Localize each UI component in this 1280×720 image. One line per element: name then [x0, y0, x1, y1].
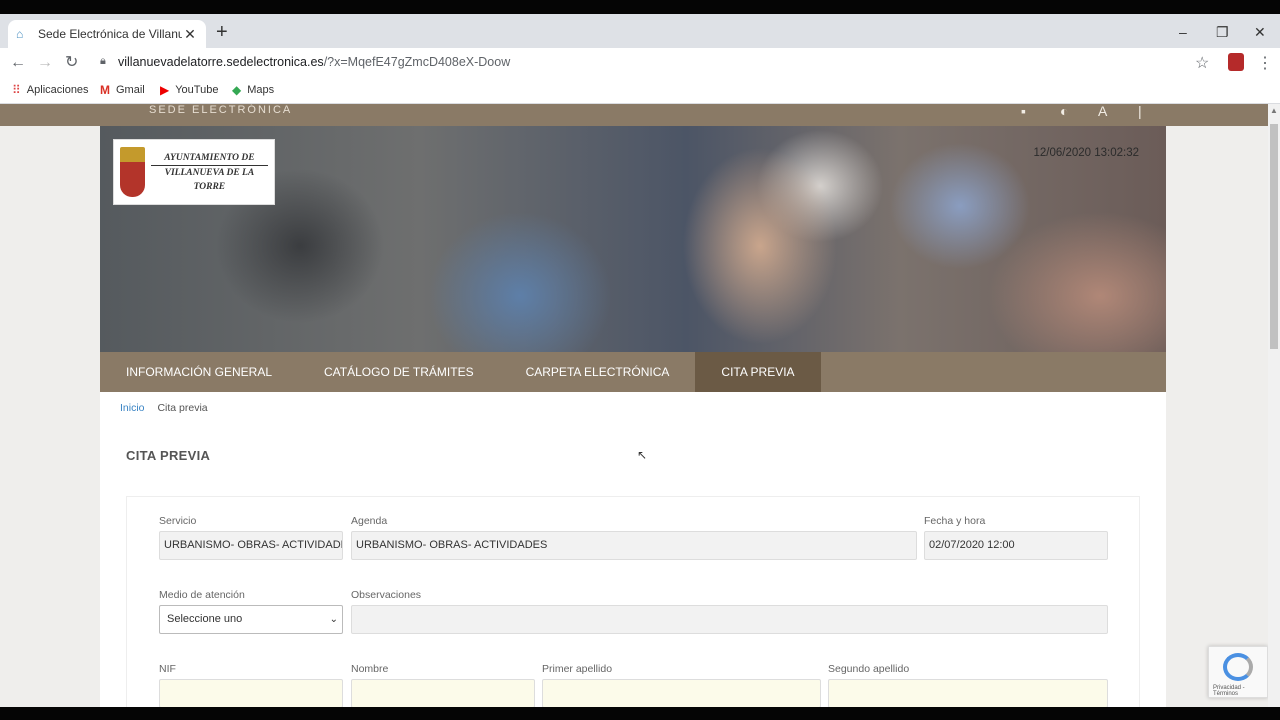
servicio-field: URBANISMO- OBRAS- ACTIVIDADES	[159, 531, 343, 560]
tab-title: Sede Electrónica de Villanueva de la Tor…	[38, 27, 182, 41]
nif-label: NIF	[159, 663, 176, 675]
menu-dots-icon[interactable]: ⋮	[1257, 53, 1273, 73]
bookmark-maps[interactable]: ◆ Maps	[232, 83, 274, 97]
web-page: SEDE ELECTRÓNICA ▪ ◐ A | AYUNTAMIENTO DE…	[0, 104, 1268, 707]
logo-line-1: AYUNTAMIENTO DE	[164, 152, 255, 163]
nav-catalogo-tramites[interactable]: CATÁLOGO DE TRÁMITES	[298, 352, 500, 392]
nif-input[interactable]	[159, 679, 343, 707]
primer-apellido-input[interactable]	[542, 679, 821, 707]
fecha-field: 02/07/2020 12:00	[924, 531, 1108, 560]
chevron-down-icon: ⌄	[329, 614, 338, 625]
logo-line-2: VILLANUEVA DE LA TORRE	[150, 164, 268, 194]
window-bottom-edge	[0, 707, 1280, 720]
site-header-bar: SEDE ELECTRÓNICA ▪ ◐ A |	[0, 104, 1268, 126]
page-scrollbar[interactable]: ▲	[1268, 104, 1280, 707]
breadcrumb-current: Cita previa	[157, 402, 208, 414]
tab-strip: ⌂ Sede Electrónica de Villanueva de la T…	[0, 14, 1280, 48]
browser-tab[interactable]: ⌂ Sede Electrónica de Villanueva de la T…	[8, 20, 206, 48]
servicio-label: Servicio	[159, 515, 197, 527]
apps-grid-icon: ⠿	[12, 83, 21, 97]
page-title: CITA PREVIA	[126, 448, 211, 463]
bookmarks-bar: ⠿ Aplicaciones M Gmail ▶ YouTube ◆ Maps	[0, 78, 1280, 104]
address-bar[interactable]: villanuevadelatorre.sedelectronica.es/?x…	[118, 55, 510, 69]
scroll-up-icon[interactable]: ▲	[1270, 106, 1278, 115]
site-header-label: SEDE ELECTRÓNICA	[149, 104, 293, 116]
nav-cita-previa[interactable]: CITA PREVIA	[695, 352, 821, 392]
restore-icon[interactable]: ❐	[1216, 24, 1229, 41]
window-top-edge	[0, 0, 1280, 14]
language-icon[interactable]: |	[1138, 104, 1142, 118]
nombre-label: Nombre	[351, 663, 389, 675]
recaptcha-badge[interactable]: Privacidad - Términos	[1208, 646, 1268, 698]
main-content: Inicio Cita previa CITA PREVIA Servicio …	[100, 392, 1166, 707]
gmail-icon: M	[100, 83, 110, 97]
medio-label: Medio de atención	[159, 589, 245, 601]
segundo-apellido-input[interactable]	[828, 679, 1108, 707]
mouse-pointer-icon: ↖	[637, 448, 648, 462]
nombre-input[interactable]	[351, 679, 535, 707]
header-banner: AYUNTAMIENTO DE VILLANUEVA DE LA TORRE 1…	[100, 126, 1166, 352]
youtube-icon: ▶	[160, 83, 170, 97]
forward-arrow-icon[interactable]: →	[37, 54, 53, 72]
user-icon[interactable]: A	[1098, 104, 1107, 118]
coat-of-arms-icon	[120, 147, 145, 197]
agenda-field: URBANISMO- OBRAS- ACTIVIDADES	[351, 531, 917, 560]
contrast-icon[interactable]: ◐	[1060, 104, 1068, 118]
main-navigation: INFORMACIÓN GENERAL CATÁLOGO DE TRÁMITES…	[100, 352, 1166, 392]
window-close-icon[interactable]: ✕	[1254, 24, 1266, 41]
grid-icon[interactable]: ▪	[1021, 104, 1026, 118]
observaciones-label: Observaciones	[351, 589, 422, 601]
minimize-icon[interactable]: –	[1179, 24, 1187, 40]
scrollbar-thumb[interactable]	[1270, 124, 1278, 349]
site-favicon-icon: ⌂	[16, 27, 24, 41]
municipality-logo[interactable]: AYUNTAMIENTO DE VILLANUEVA DE LA TORRE	[113, 139, 275, 205]
url-domain: villanuevadelatorre.sedelectronica.es	[118, 55, 324, 69]
appointment-form: Servicio URBANISMO- OBRAS- ACTIVIDADES A…	[126, 496, 1140, 707]
bookmark-youtube[interactable]: ▶ YouTube	[160, 83, 218, 97]
nav-carpeta-electronica[interactable]: CARPETA ELECTRÓNICA	[500, 352, 696, 392]
breadcrumb: Inicio Cita previa	[120, 402, 208, 414]
fecha-label: Fecha y hora	[924, 515, 986, 527]
bookmark-aplicaciones[interactable]: ⠿ Aplicaciones	[12, 83, 89, 97]
primer-apellido-label: Primer apellido	[542, 663, 613, 675]
agenda-label: Agenda	[351, 515, 388, 527]
extension-icon[interactable]	[1228, 53, 1244, 71]
medio-selected-value: Seleccione uno	[167, 613, 243, 625]
browser-toolbar: ← → ↻ 🔒︎ villanuevadelatorre.sedelectron…	[0, 48, 1280, 78]
breadcrumb-home-link[interactable]: Inicio	[120, 402, 145, 414]
bookmark-gmail[interactable]: M Gmail	[100, 83, 145, 97]
url-path: /?x=MqefE47gZmcD408eX-Doow	[323, 55, 511, 69]
bookmark-star-icon[interactable]: ☆	[1195, 53, 1209, 73]
recaptcha-footer[interactable]: Privacidad - Términos	[1213, 685, 1267, 697]
maps-icon: ◆	[232, 83, 242, 97]
new-tab-button[interactable]: +	[216, 22, 228, 42]
segundo-apellido-label: Segundo apellido	[828, 663, 910, 675]
observaciones-field[interactable]	[351, 605, 1108, 634]
recaptcha-logo-icon	[1223, 653, 1253, 681]
medio-select[interactable]: Seleccione uno ⌄	[159, 605, 343, 634]
lock-icon: 🔒︎	[100, 55, 106, 67]
current-datetime: 12/06/2020 13:02:32	[1033, 147, 1139, 159]
reload-icon[interactable]: ↻	[65, 54, 78, 72]
close-tab-icon[interactable]: ✕	[182, 26, 198, 43]
back-arrow-icon[interactable]: ←	[10, 54, 26, 72]
nav-informacion-general[interactable]: INFORMACIÓN GENERAL	[100, 352, 298, 392]
